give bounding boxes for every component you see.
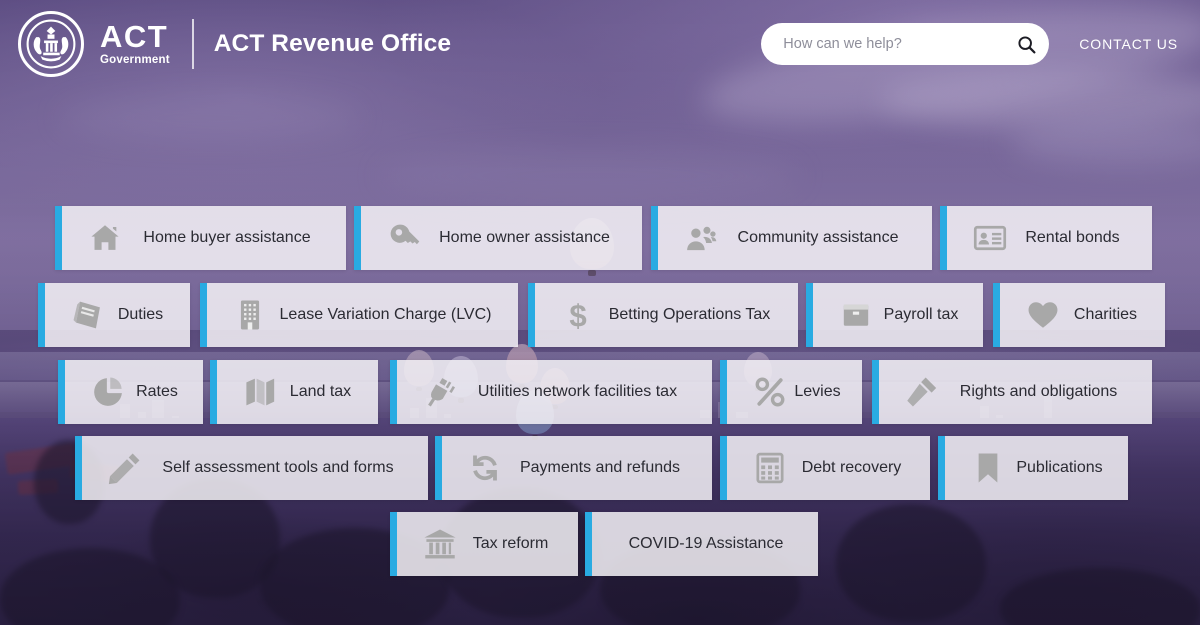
tile-row-1: Home buyer assistance Home owner assistan… xyxy=(55,206,1152,270)
search-icon xyxy=(1018,35,1036,54)
quick-link-tile[interactable]: Payroll tax xyxy=(806,283,983,347)
quick-link-tile[interactable]: $ Betting Operations Tax xyxy=(528,283,798,347)
quick-link-tile[interactable]: COVID-19 Assistance xyxy=(585,512,818,576)
quick-link-tile[interactable]: Community assistance xyxy=(651,206,932,270)
map-icon xyxy=(243,375,277,409)
header-divider xyxy=(191,19,194,69)
quick-link-label: Debt recovery xyxy=(801,459,902,476)
quick-link-tile[interactable]: Self assessment tools and forms xyxy=(75,436,428,500)
tile-gap xyxy=(798,283,806,347)
dollar-icon: $ xyxy=(561,298,595,332)
svg-text:$: $ xyxy=(569,298,586,332)
tile-gap xyxy=(518,283,528,347)
quick-link-tile[interactable]: Rental bonds xyxy=(940,206,1152,270)
search-box[interactable] xyxy=(761,23,1050,65)
bookmark-icon xyxy=(971,451,1005,485)
tile-gap xyxy=(203,360,210,424)
percent-icon xyxy=(753,375,787,409)
heart-icon xyxy=(1026,298,1060,332)
quick-link-tile[interactable]: Debt recovery xyxy=(720,436,930,500)
calculator-icon xyxy=(753,451,787,485)
contact-us-link[interactable]: CONTACT US xyxy=(1079,36,1178,52)
pie-chart-icon xyxy=(91,375,125,409)
tile-row-3: Rates Land tax Utilities network facilitie… xyxy=(58,360,1152,424)
search-submit-button[interactable] xyxy=(1011,29,1041,59)
building-icon xyxy=(233,298,267,332)
tile-gap xyxy=(428,436,435,500)
tile-gap xyxy=(578,512,585,576)
quick-link-tile[interactable]: Lease Variation Charge (LVC) xyxy=(200,283,518,347)
quick-link-label: Payroll tax xyxy=(883,306,959,323)
id-card-icon xyxy=(973,221,1007,255)
quick-link-label: Rental bonds xyxy=(1025,229,1120,246)
quick-link-tile[interactable]: Charities xyxy=(993,283,1165,347)
quick-link-tile[interactable]: Rates xyxy=(58,360,203,424)
house-icon xyxy=(88,221,122,255)
quick-link-tile[interactable]: Tax reform xyxy=(390,512,578,576)
tile-row-2: Duties Lease Variation Charge (LVC) $ Betti… xyxy=(38,283,1165,347)
quick-link-label: Land tax xyxy=(289,383,352,400)
quick-link-label: Utilities network facilities tax xyxy=(477,383,678,400)
quick-link-tile[interactable]: Publications xyxy=(938,436,1128,500)
tile-row-4: Self assessment tools and forms Payments … xyxy=(75,436,1128,500)
quick-link-label: Duties xyxy=(117,306,164,323)
quick-link-label: Community assistance xyxy=(737,229,899,246)
quick-link-tile[interactable]: Land tax xyxy=(210,360,378,424)
tile-gap xyxy=(930,436,938,500)
tile-gap xyxy=(712,360,720,424)
quick-link-label: Levies xyxy=(794,383,841,400)
quick-link-label: Betting Operations Tax xyxy=(608,306,771,323)
wallet-icon xyxy=(839,298,873,332)
site-title: ACT Revenue Office xyxy=(213,30,452,57)
act-logo-text: ACT xyxy=(100,19,169,55)
quick-link-label: COVID-19 Assistance xyxy=(628,535,784,552)
tile-gap xyxy=(642,206,651,270)
act-wordmark: ACT Government xyxy=(100,21,170,67)
quick-link-label: Charities xyxy=(1073,306,1138,323)
quick-link-tile[interactable]: Payments and refunds xyxy=(435,436,712,500)
gavel-icon xyxy=(905,375,939,409)
quick-link-tile[interactable]: Home buyer assistance xyxy=(55,206,346,270)
brand-lockup[interactable]: ACT Government xyxy=(18,11,170,77)
quick-link-label: Self assessment tools and forms xyxy=(162,459,394,476)
act-logo-subtext: Government xyxy=(100,54,170,67)
quick-link-label: Payments and refunds xyxy=(519,459,681,476)
tile-gap xyxy=(932,206,940,270)
quick-link-label: Rates xyxy=(136,383,178,400)
site-header: ACT Government ACT Revenue Office CONTAC… xyxy=(0,0,1200,88)
act-government-crest-icon xyxy=(18,11,84,77)
quick-link-tile[interactable]: Rights and obligations xyxy=(872,360,1152,424)
pencil-icon xyxy=(108,451,142,485)
quick-link-tile[interactable]: Home owner assistance xyxy=(354,206,642,270)
page-root: ACT Government ACT Revenue Office CONTAC… xyxy=(0,0,1200,625)
quick-link-label: Home buyer assistance xyxy=(143,229,311,246)
quick-link-label: Tax reform xyxy=(472,535,549,552)
tile-row-5: Tax reform COVID-19 Assistance xyxy=(390,512,818,576)
plug-icon xyxy=(423,375,457,409)
tile-gap xyxy=(862,360,872,424)
people-icon xyxy=(684,221,718,255)
bank-icon xyxy=(423,527,457,561)
quick-link-label: Publications xyxy=(1016,459,1103,476)
tile-gap xyxy=(346,206,354,270)
quick-link-tile[interactable]: Utilities network facilities tax xyxy=(390,360,712,424)
quick-link-label: Home owner assistance xyxy=(439,229,610,246)
quick-links-grid: Home buyer assistance Home owner assistan… xyxy=(0,0,1200,625)
quick-link-tile[interactable]: Levies xyxy=(720,360,862,424)
quick-link-label: Rights and obligations xyxy=(959,383,1118,400)
tile-gap xyxy=(712,436,720,500)
tile-gap xyxy=(983,283,993,347)
quick-link-label: Lease Variation Charge (LVC) xyxy=(279,306,492,323)
header-right-group: CONTACT US xyxy=(761,23,1178,65)
search-input[interactable] xyxy=(783,36,1012,52)
key-icon xyxy=(387,221,421,255)
tile-gap xyxy=(190,283,200,347)
tile-gap xyxy=(378,360,390,424)
book-icon xyxy=(71,298,105,332)
quick-link-tile[interactable]: Duties xyxy=(38,283,190,347)
refresh-icon xyxy=(468,451,502,485)
